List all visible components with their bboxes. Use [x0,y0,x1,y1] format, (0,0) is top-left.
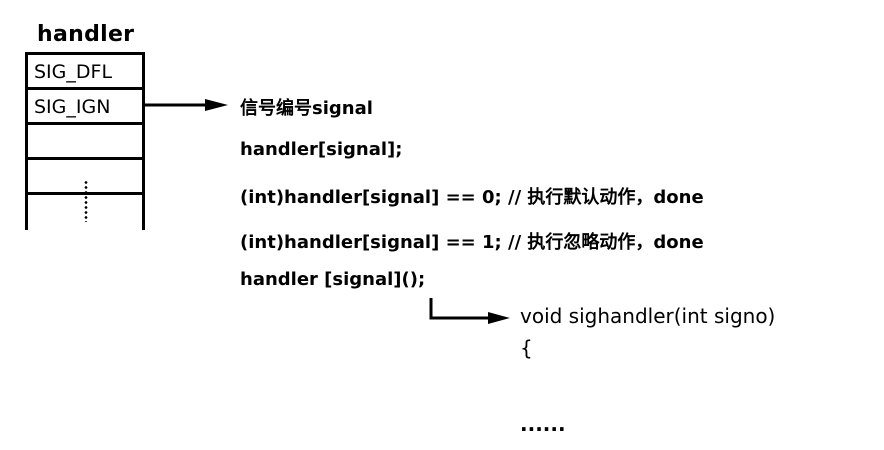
arrows-layer [142,99,510,324]
arrow-head-icon [205,99,228,111]
code-line-signal: 信号编号signal [240,98,373,119]
arrow-line-sighandler [429,298,490,320]
code-line-default-action: (int)handler[signal] == 0; // 执行默认动作，don… [240,187,704,208]
code-line-ignore-action: (int)handler[signal] == 1; // 执行忽略动作，don… [240,232,704,253]
code-line-handler-call: handler [signal](); [240,269,426,290]
sighandler-signature: void sighandler(int signo) [520,304,776,328]
sighandler-open-brace: { [520,336,533,360]
sighandler-body-ellipsis: ...... [520,412,566,436]
code-line-handler-signal: handler[signal]; [240,139,403,160]
arrow-head-icon [488,312,510,324]
